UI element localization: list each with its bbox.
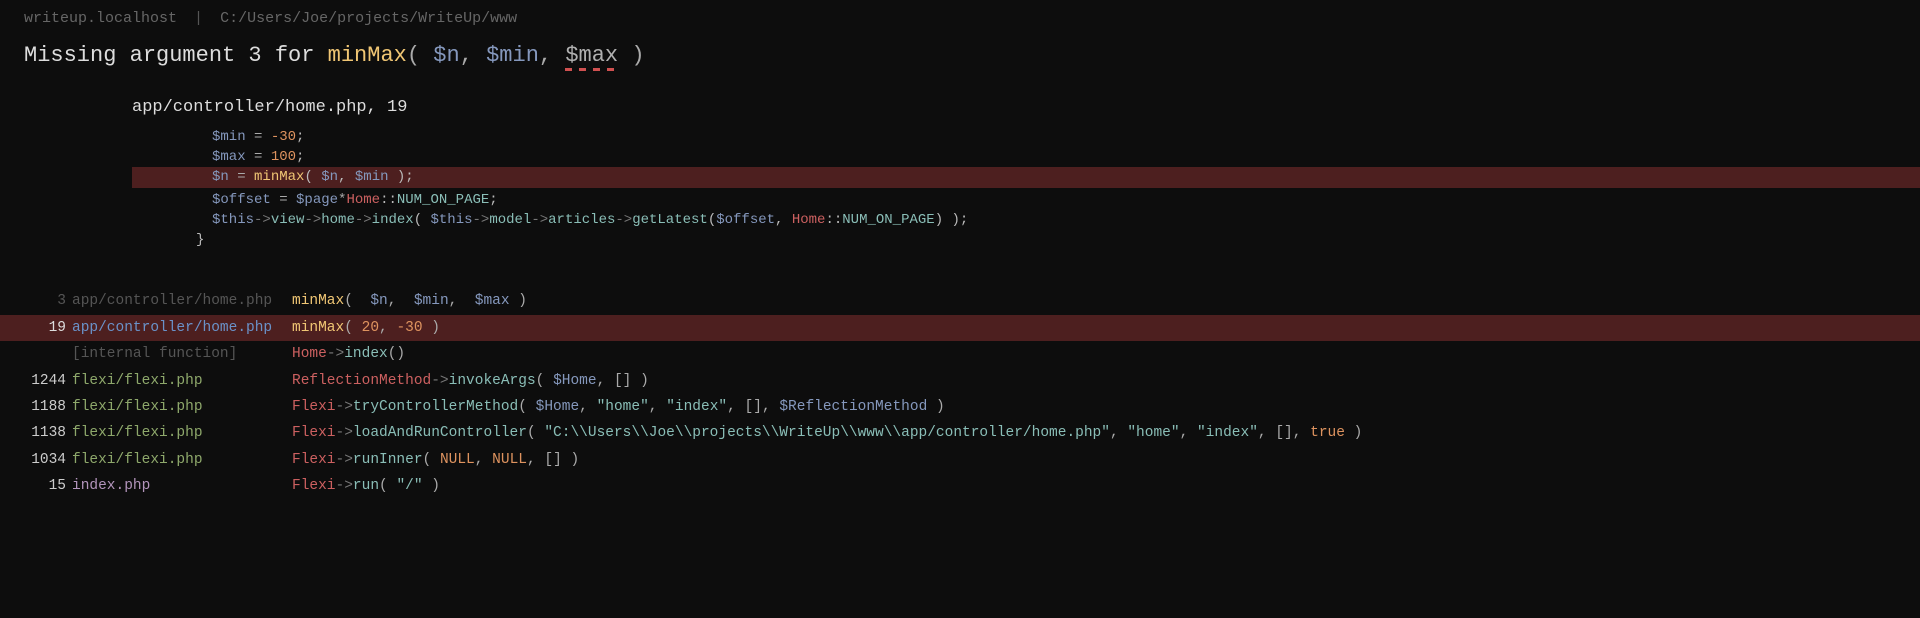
code-block: $min = -30;$max = 100;$n = minMax( $n, $… [0, 123, 1920, 260]
stack-call: Flexi->loadAndRunController( "C:\\Users\… [292, 422, 1896, 444]
stack-row[interactable]: 1138flexi/flexi.phpFlexi->loadAndRunCont… [0, 420, 1920, 446]
source-location: app/controller/home.php, 19 [0, 80, 1920, 123]
stack-line-number: 1034 [24, 449, 72, 471]
error-arg-2-missing: $max [565, 43, 618, 68]
stack-file: app/controller/home.php [72, 317, 292, 339]
stack-row[interactable]: [internal function]Home->index() [0, 341, 1920, 367]
stack-call: Flexi->tryControllerMethod( $Home, "home… [292, 396, 1896, 418]
stack-file: flexi/flexi.php [72, 449, 292, 471]
stack-file: app/controller/home.php [72, 290, 292, 312]
stack-trace: 3app/controller/home.phpminMax( $n, $min… [0, 260, 1920, 500]
stack-call: ReflectionMethod->invokeArgs( $Home, [] … [292, 370, 1896, 392]
error-arg-1: $min [486, 43, 539, 68]
stack-call: Flexi->runInner( NULL, NULL, [] ) [292, 449, 1896, 471]
stack-call: Flexi->run( "/" ) [292, 475, 1896, 497]
error-prefix: Missing argument 3 for [24, 43, 328, 68]
breadcrumb-path: C:/Users/Joe/projects/WriteUp/www [220, 10, 517, 27]
stack-line-number: 15 [24, 475, 72, 497]
stack-file: flexi/flexi.php [72, 396, 292, 418]
stack-row[interactable]: 1244flexi/flexi.phpReflectionMethod->inv… [0, 368, 1920, 394]
stack-row[interactable]: 19app/controller/home.phpminMax( 20, -30… [0, 315, 1920, 341]
breadcrumb-separator: | [194, 10, 203, 27]
breadcrumb-host: writeup.localhost [24, 10, 177, 27]
stack-call: Home->index() [292, 343, 1896, 365]
stack-file: index.php [72, 475, 292, 497]
stack-line-number: 1188 [24, 396, 72, 418]
stack-row[interactable]: 15index.phpFlexi->run( "/" ) [0, 473, 1920, 499]
stack-line-number: 1244 [24, 370, 72, 392]
code-line: } [132, 230, 1920, 250]
stack-row[interactable]: 1188flexi/flexi.phpFlexi->tryControllerM… [0, 394, 1920, 420]
error-fn: minMax [328, 43, 407, 68]
error-title: Missing argument 3 for minMax( $n, $min,… [0, 35, 1920, 80]
code-line: $max = 100; [132, 147, 1920, 167]
stack-call: minMax( $n, $min, $max ) [292, 290, 1896, 312]
stack-row[interactable]: 1034flexi/flexi.phpFlexi->runInner( NULL… [0, 447, 1920, 473]
stack-row[interactable]: 3app/controller/home.phpminMax( $n, $min… [0, 288, 1920, 314]
error-arg-0: $n [433, 43, 459, 68]
stack-file: flexi/flexi.php [72, 422, 292, 444]
source-file: app/controller/home.php [132, 98, 367, 117]
stack-line-number: 19 [24, 317, 72, 339]
source-line: 19 [387, 98, 407, 117]
stack-file: flexi/flexi.php [72, 370, 292, 392]
breadcrumb: writeup.localhost | C:/Users/Joe/project… [0, 0, 1920, 35]
code-line-highlighted: $n = minMax( $n, $min ); [132, 167, 1920, 187]
stack-file: [internal function] [72, 343, 292, 365]
code-line: $this->view->home->index( $this->model->… [132, 210, 1920, 230]
code-line: $min = -30; [132, 127, 1920, 147]
stack-line-number: 1138 [24, 422, 72, 444]
code-line: $offset = $page*Home::NUM_ON_PAGE; [132, 190, 1920, 210]
stack-line-number: 3 [24, 290, 72, 312]
stack-call: minMax( 20, -30 ) [292, 317, 1896, 339]
